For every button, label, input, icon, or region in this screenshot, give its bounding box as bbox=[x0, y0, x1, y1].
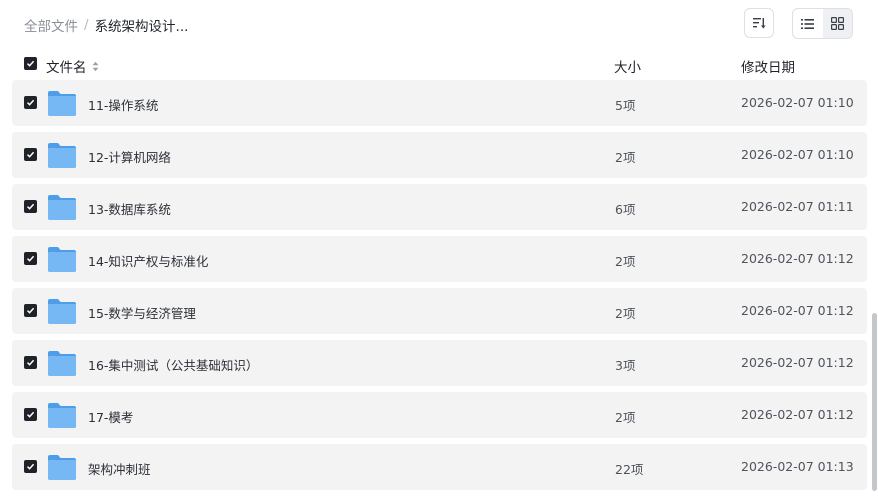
folder-icon bbox=[47, 245, 77, 277]
file-date: 2026-02-07 01:13 bbox=[741, 459, 854, 474]
file-date: 2026-02-07 01:12 bbox=[741, 251, 854, 266]
file-name[interactable]: 11-操作系统 bbox=[88, 95, 158, 114]
folder-icon bbox=[47, 193, 77, 225]
breadcrumb: 全部文件 / 系统架构设计... bbox=[24, 15, 188, 35]
file-size: 22项 bbox=[615, 462, 644, 477]
table-row[interactable]: 15-数学与经济管理 2项 2026-02-07 01:12 bbox=[12, 288, 867, 334]
file-size: 2项 bbox=[615, 410, 636, 425]
file-date: 2026-02-07 01:12 bbox=[741, 303, 854, 318]
file-date: 2026-02-07 01:10 bbox=[741, 147, 854, 162]
sort-list-icon bbox=[753, 18, 766, 29]
file-name[interactable]: 架构冲刺班 bbox=[88, 459, 151, 478]
row-checkbox[interactable] bbox=[24, 356, 37, 369]
folder-icon bbox=[47, 349, 77, 381]
file-name[interactable]: 16-集中测试（公共基础知识） bbox=[88, 355, 258, 374]
name-column-header[interactable]: 文件名 bbox=[46, 56, 99, 76]
file-size: 2项 bbox=[615, 254, 636, 269]
checkmark-icon bbox=[26, 60, 35, 67]
row-checkbox[interactable] bbox=[24, 148, 37, 161]
checkmark-icon bbox=[26, 359, 35, 366]
file-name[interactable]: 13-数据库系统 bbox=[88, 199, 171, 218]
table-row[interactable]: 11-操作系统 5项 2026-02-07 01:10 bbox=[12, 80, 867, 126]
row-checkbox[interactable] bbox=[24, 408, 37, 421]
list-view-icon bbox=[801, 18, 815, 29]
row-checkbox[interactable] bbox=[24, 460, 37, 473]
file-date: 2026-02-07 01:12 bbox=[741, 355, 854, 370]
checkmark-icon bbox=[26, 307, 35, 314]
checkmark-icon bbox=[26, 463, 35, 470]
folder-icon bbox=[47, 89, 77, 121]
sort-button[interactable] bbox=[744, 8, 774, 38]
sort-toggle-icon[interactable] bbox=[92, 61, 99, 72]
file-size: 5项 bbox=[615, 98, 636, 113]
view-toggle bbox=[792, 8, 853, 39]
checkmark-icon bbox=[26, 99, 35, 106]
file-date: 2026-02-07 01:12 bbox=[741, 407, 854, 422]
select-all-checkbox[interactable] bbox=[24, 57, 37, 70]
folder-icon bbox=[47, 297, 77, 329]
breadcrumb-current: 系统架构设计... bbox=[94, 19, 189, 35]
folder-icon bbox=[47, 401, 77, 433]
file-date: 2026-02-07 01:11 bbox=[741, 199, 854, 214]
grid-view-button[interactable] bbox=[822, 9, 852, 38]
table-row[interactable]: 架构冲刺班 22项 2026-02-07 01:13 bbox=[12, 444, 867, 490]
row-checkbox[interactable] bbox=[24, 200, 37, 213]
checkmark-icon bbox=[26, 151, 35, 158]
name-column-label: 文件名 bbox=[46, 60, 87, 76]
file-size: 6项 bbox=[615, 202, 636, 217]
date-column-header[interactable]: 修改日期 bbox=[741, 56, 795, 76]
row-checkbox[interactable] bbox=[24, 304, 37, 317]
table-row[interactable]: 17-模考 2项 2026-02-07 01:12 bbox=[12, 392, 867, 438]
file-size: 3项 bbox=[615, 358, 636, 373]
table-row[interactable]: 13-数据库系统 6项 2026-02-07 01:11 bbox=[12, 184, 867, 230]
breadcrumb-root-link[interactable]: 全部文件 bbox=[24, 15, 78, 35]
file-name[interactable]: 17-模考 bbox=[88, 407, 133, 426]
size-column-header[interactable]: 大小 bbox=[614, 56, 641, 76]
checkmark-icon bbox=[26, 411, 35, 418]
file-size: 2项 bbox=[615, 150, 636, 165]
file-name[interactable]: 14-知识产权与标准化 bbox=[88, 251, 208, 270]
list-view-button[interactable] bbox=[793, 9, 823, 38]
table-row[interactable]: 14-知识产权与标准化 2项 2026-02-07 01:12 bbox=[12, 236, 867, 282]
row-checkbox[interactable] bbox=[24, 96, 37, 109]
file-date: 2026-02-07 01:10 bbox=[741, 95, 854, 110]
breadcrumb-separator: / bbox=[84, 17, 89, 33]
file-size: 2项 bbox=[615, 306, 636, 321]
checkmark-icon bbox=[26, 203, 35, 210]
folder-icon bbox=[47, 453, 77, 485]
table-header: 文件名 大小 修改日期 bbox=[0, 50, 878, 78]
folder-icon bbox=[47, 141, 77, 173]
file-name[interactable]: 12-计算机网络 bbox=[88, 147, 171, 166]
file-list: 11-操作系统 5项 2026-02-07 01:10 12-计算机网络 2项 2026-… bbox=[12, 80, 867, 496]
top-bar: 全部文件 / 系统架构设计... bbox=[0, 0, 878, 48]
checkmark-icon bbox=[26, 255, 35, 262]
table-row[interactable]: 12-计算机网络 2项 2026-02-07 01:10 bbox=[12, 132, 867, 178]
grid-view-icon bbox=[830, 17, 844, 30]
row-checkbox[interactable] bbox=[24, 252, 37, 265]
file-name[interactable]: 15-数学与经济管理 bbox=[88, 303, 196, 322]
table-row[interactable]: 16-集中测试（公共基础知识） 3项 2026-02-07 01:12 bbox=[12, 340, 867, 386]
vertical-scrollbar[interactable] bbox=[872, 313, 877, 491]
